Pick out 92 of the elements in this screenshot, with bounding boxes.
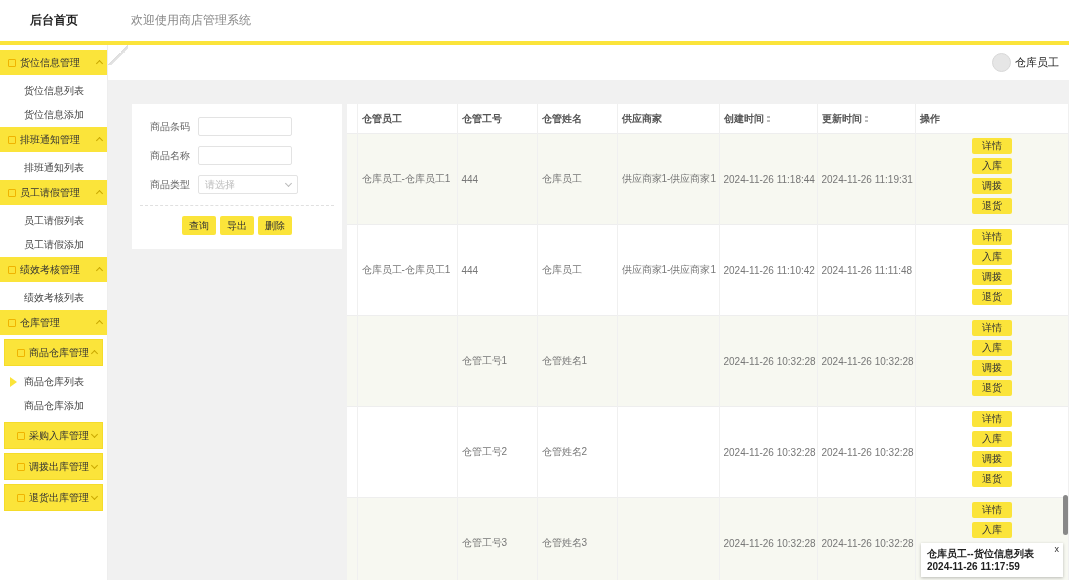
- folder-icon: [8, 265, 16, 274]
- row-action-button[interactable]: 调拨: [971, 178, 1012, 194]
- table-cell: 仓管工号1: [461, 355, 508, 366]
- table-cell: 2024-11-26 10:32:28: [821, 355, 914, 367]
- row-action-button[interactable]: 入库: [971, 249, 1012, 265]
- row-action-button[interactable]: 入库: [971, 522, 1012, 538]
- table-cell: 2024-11-26 11:10:42: [723, 264, 815, 276]
- table-cell: 2024-11-26 10:32:28: [723, 446, 816, 458]
- input-field[interactable]: [198, 117, 292, 136]
- sidebar-item[interactable]: 商品仓库添加: [23, 399, 84, 413]
- sort-icon[interactable]: [766, 115, 770, 122]
- row-action-button[interactable]: 调拨: [971, 269, 1012, 285]
- sidebar-group[interactable]: 员工请假管理: [0, 180, 107, 205]
- sidebar-item[interactable]: 货位信息列表: [23, 84, 84, 98]
- row-action-button[interactable]: 详情: [971, 229, 1012, 245]
- row-action-button[interactable]: 详情: [971, 138, 1012, 154]
- user-name[interactable]: 仓库员工: [1015, 55, 1059, 70]
- sidebar-group[interactable]: 退货出库管理: [4, 484, 103, 511]
- sidebar-item[interactable]: 员工请假列表: [23, 214, 84, 228]
- table-cell: 仓管工号3: [461, 537, 508, 548]
- row-action-button[interactable]: 退货: [971, 380, 1012, 396]
- folder-icon: [8, 318, 16, 327]
- row-action-button[interactable]: 退货: [971, 471, 1012, 487]
- row-action-button[interactable]: 详情: [971, 411, 1012, 427]
- table-cell: 2024-11-26 11:19:31: [821, 173, 913, 185]
- folder-icon: [17, 493, 25, 502]
- column-header[interactable]: 创建时间: [723, 111, 770, 126]
- table-cell: 仓管姓名3: [541, 537, 588, 548]
- sidebar-item[interactable]: 排班通知列表: [23, 161, 84, 175]
- scrollbar[interactable]: [1063, 495, 1068, 535]
- row-action-button[interactable]: 调拨: [971, 360, 1012, 376]
- sidebar-group[interactable]: 仓库管理: [0, 310, 107, 335]
- field-label: 商品名称: [150, 148, 191, 163]
- field-label: 商品类型: [150, 177, 191, 192]
- row-action-button[interactable]: 退货: [971, 198, 1012, 214]
- table-cell: 2024-11-26 11:18:44: [723, 173, 815, 185]
- column-header[interactable]: 仓管姓名: [541, 111, 582, 126]
- action-button[interactable]: 查询: [182, 216, 216, 235]
- sidebar-group[interactable]: 排班通知管理: [0, 127, 107, 152]
- column-header[interactable]: 仓管工号: [461, 111, 502, 126]
- close-button[interactable]: x: [1054, 545, 1059, 554]
- sidebar-group[interactable]: 商品仓库管理: [4, 339, 103, 366]
- table-cell: 仓库员工: [541, 173, 582, 184]
- sidebar-item[interactable]: 员工请假添加: [23, 238, 84, 252]
- folder-icon: [8, 188, 16, 197]
- logo-title: 后台首页: [28, 12, 79, 29]
- table-cell: 仓管姓名2: [541, 446, 588, 457]
- column-header[interactable]: 更新时间: [821, 111, 868, 126]
- action-button[interactable]: 删除: [258, 216, 292, 235]
- row-action-button[interactable]: 退货: [971, 289, 1012, 305]
- column-header[interactable]: 供应商家: [621, 111, 662, 126]
- column-header[interactable]: 操作: [919, 111, 940, 126]
- avatar-icon: [992, 53, 1011, 72]
- folder-icon: [17, 431, 25, 440]
- table-cell: 仓库员工: [541, 264, 582, 275]
- table-cell: 仓库员工-仓库员工1: [361, 173, 451, 184]
- notification-text: 仓库员工--货位信息列表 2024-11-26 11:17:59: [927, 547, 1035, 572]
- folder-icon: [17, 462, 25, 471]
- table-cell: 2024-11-26 10:32:28: [723, 355, 816, 367]
- input-field[interactable]: [198, 146, 292, 165]
- table-cell: 2024-11-26 10:32:28: [821, 446, 914, 458]
- table-cell: 2024-11-26 10:32:28: [723, 537, 816, 549]
- sidebar-group[interactable]: 货位信息管理: [0, 50, 107, 75]
- table-cell: 仓管工号2: [461, 446, 508, 457]
- sidebar-group[interactable]: 调拨出库管理: [4, 453, 103, 480]
- row-action-button[interactable]: 调拨: [971, 451, 1012, 467]
- row-action-button[interactable]: 详情: [971, 320, 1012, 336]
- folder-icon: [17, 348, 25, 357]
- table-cell: 供应商家1-供应商家1: [621, 173, 716, 184]
- table-cell: 供应商家1-供应商家1: [621, 264, 716, 275]
- sidebar-group[interactable]: 采购入库管理: [4, 422, 103, 449]
- sidebar-item[interactable]: 商品仓库列表: [23, 375, 84, 389]
- row-action-button[interactable]: 入库: [971, 158, 1012, 174]
- table-cell: 仓库员工-仓库员工1: [361, 264, 451, 275]
- field-label: 商品条码: [150, 119, 191, 134]
- sidebar-group[interactable]: 绩效考核管理: [0, 257, 107, 282]
- sidebar-item[interactable]: 绩效考核列表: [23, 291, 84, 305]
- folder-icon: [8, 58, 16, 67]
- table-cell: 444: [461, 173, 479, 185]
- column-header[interactable]: 仓管员工: [361, 111, 402, 126]
- sidebar-item[interactable]: 货位信息添加: [23, 108, 84, 122]
- table-cell: 444: [461, 264, 479, 276]
- row-action-button[interactable]: 详情: [971, 502, 1012, 518]
- sort-icon[interactable]: [864, 115, 868, 122]
- table-cell: 2024-11-26 10:32:28: [821, 537, 914, 549]
- table-cell: 仓管姓名1: [541, 355, 588, 366]
- folder-icon: [8, 135, 16, 144]
- table-cell: 2024-11-26 11:11:48: [821, 264, 913, 276]
- row-action-button[interactable]: 入库: [971, 431, 1012, 447]
- welcome-title: 欢迎使用商店管理系统: [131, 12, 251, 29]
- row-action-button[interactable]: 入库: [971, 340, 1012, 356]
- action-button[interactable]: 导出: [220, 216, 254, 235]
